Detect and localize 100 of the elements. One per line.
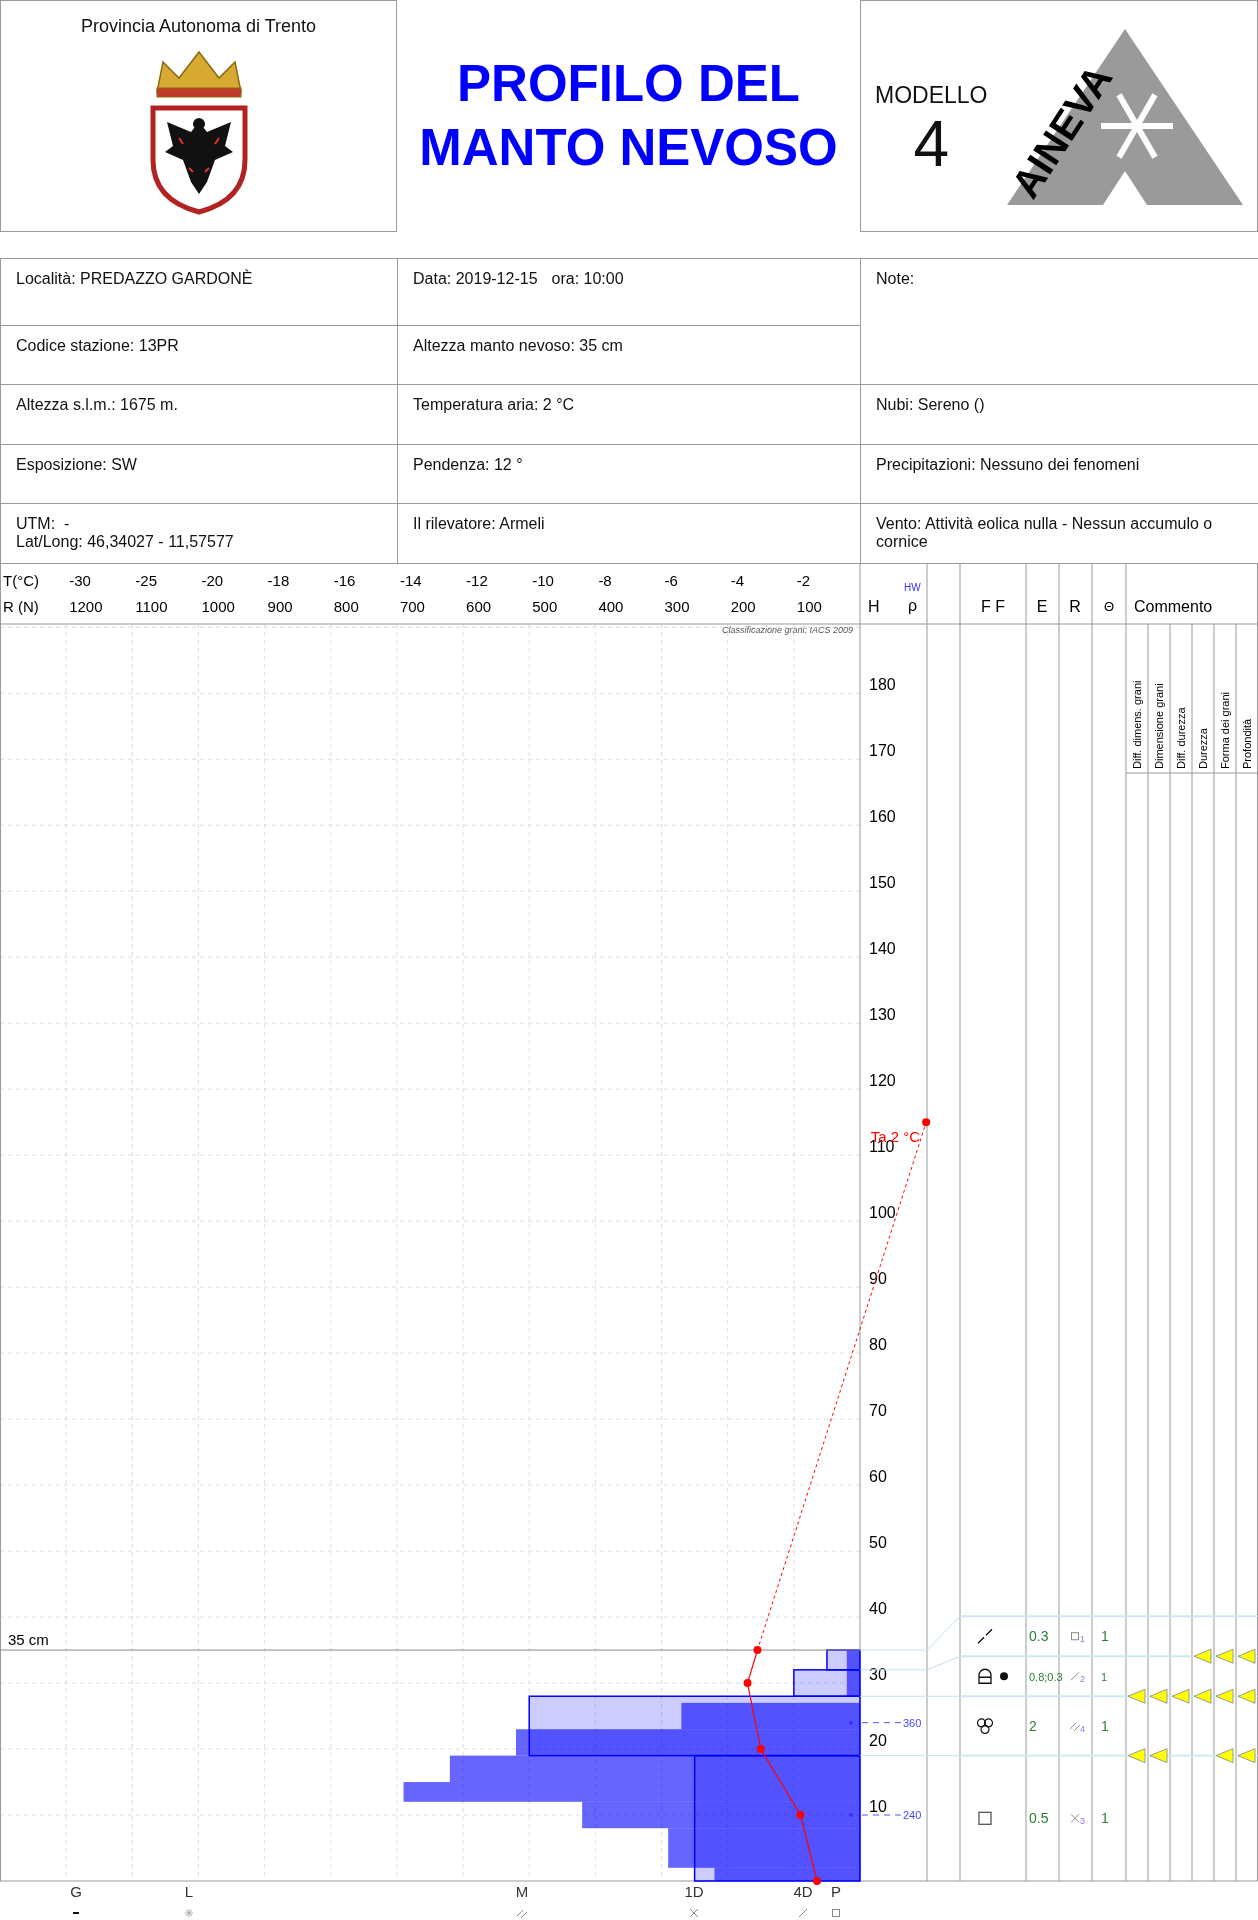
dash-icon xyxy=(72,1912,80,1914)
info-field: Note: xyxy=(876,270,915,384)
info-field: Temperatura aria: 2 °C xyxy=(413,396,575,444)
double-slash-icon xyxy=(516,1909,528,1919)
height-tick-label: 90 xyxy=(869,1270,887,1288)
square-icon xyxy=(832,1909,840,1917)
height-tick-label: 10 xyxy=(869,1798,887,1815)
height-tick-label: 180 xyxy=(869,676,896,694)
hardness-code: 2 xyxy=(1080,1674,1085,1685)
province-name: Provincia Autonoma di Trento xyxy=(80,15,317,38)
tick-label: 100 xyxy=(796,598,822,615)
snow-height-label: 35 cm xyxy=(8,1631,49,1649)
height-tick-label: 50 xyxy=(869,1534,887,1552)
info-field: Data: 2019-12-15 xyxy=(413,270,538,325)
height-tick-label: 170 xyxy=(869,742,896,760)
cross-icon xyxy=(1070,1813,1080,1823)
asterisk-icon xyxy=(184,1908,194,1918)
cross-icon xyxy=(689,1908,699,1918)
comment-column-header: Profondità xyxy=(1241,718,1253,769)
classification-note: Classificazione grani: IACS 2009 xyxy=(721,625,853,635)
comment-column-header: Durezza xyxy=(1197,728,1209,769)
column-header: R xyxy=(1069,598,1081,615)
info-field: Vento: Attività eolica nulla - Nessun accumulo o cornice xyxy=(876,515,1228,563)
info-field: Codice stazione: 13PR xyxy=(16,337,179,384)
info-field: Pendenza: 12 ° xyxy=(413,456,523,503)
info-field: Esposizione: SW xyxy=(16,456,137,503)
column-header: F F xyxy=(981,598,1005,615)
tick-label: -6 xyxy=(664,572,678,589)
slash-icon xyxy=(798,1908,808,1918)
slash-icon xyxy=(1070,1671,1080,1681)
height-tick-label: 140 xyxy=(869,940,896,958)
height-tick-label: 20 xyxy=(869,1732,887,1750)
hardness-label: G xyxy=(70,1883,82,1900)
column-header: E xyxy=(1036,598,1048,615)
three-circles-icon xyxy=(976,1718,994,1735)
tick-label: -25 xyxy=(135,572,157,589)
square-icon xyxy=(978,1811,992,1825)
tick-label: 400 xyxy=(598,598,624,615)
hardness-label: 4D xyxy=(793,1883,813,1900)
wetness-value: 1 xyxy=(1101,1671,1108,1684)
height-tick-label: 80 xyxy=(869,1336,887,1354)
column-header: Θ xyxy=(1103,599,1115,614)
density-value: 360 xyxy=(903,1716,922,1729)
tick-label: 500 xyxy=(532,598,558,615)
height-tick-label: 70 xyxy=(869,1402,887,1420)
broken-line-icon xyxy=(977,1628,993,1644)
column-header: Commento xyxy=(1134,598,1213,615)
grain-size-value: 0.3 xyxy=(1029,1628,1049,1645)
wetness-value: 1 xyxy=(1101,1628,1109,1645)
comment-column-header: Diff. durezza xyxy=(1175,707,1187,769)
height-tick-label: 130 xyxy=(869,1006,896,1024)
temperature-point xyxy=(756,1745,765,1754)
column-header: HW xyxy=(904,582,921,593)
height-tick-label: 60 xyxy=(869,1468,887,1486)
hardness-label: M xyxy=(515,1883,529,1900)
hardness-code: 3 xyxy=(1080,1816,1085,1827)
tick-label: -2 xyxy=(796,572,811,589)
wetness-value: 1 xyxy=(1101,1717,1109,1734)
info-field: Altezza s.l.m.: 1675 m. xyxy=(16,396,178,444)
density-leader-line xyxy=(849,1813,903,1817)
height-tick-label: 40 xyxy=(869,1600,887,1618)
tick-label: -8 xyxy=(598,572,612,589)
height-tick-label: 100 xyxy=(869,1204,896,1222)
temperature-point xyxy=(743,1679,752,1688)
tick-label: 600 xyxy=(466,598,492,615)
axis-label: R (N) xyxy=(3,598,39,615)
tick-label: 200 xyxy=(730,598,756,615)
info-field: ora: 10:00 xyxy=(551,270,624,325)
model-label: MODELLO xyxy=(875,80,988,110)
comment-column-header: Forma dei grani xyxy=(1219,691,1231,769)
height-tick-label: 150 xyxy=(869,874,896,892)
tick-label: 700 xyxy=(399,598,425,615)
hardness-label: P xyxy=(831,1883,841,1900)
tick-label: -20 xyxy=(201,572,224,589)
wetness-value: 1 xyxy=(1101,1810,1109,1827)
tick-label: 1000 xyxy=(201,598,235,615)
info-field: Altezza manto nevoso: 35 cm xyxy=(413,337,623,384)
info-field: Lat/Long: 46,34027 - 11,57577 xyxy=(16,533,367,552)
comment-column-header: Diff. dimens. grani xyxy=(1131,680,1143,769)
info-field: Nubi: Sereno () xyxy=(876,396,985,444)
dot-icon xyxy=(1000,1672,1008,1681)
hardness-code: 4 xyxy=(1080,1723,1085,1734)
tick-label: -12 xyxy=(466,572,488,589)
grain-size-value: 0.8;0.3 xyxy=(1029,1671,1063,1684)
snowflake-triangle-icon xyxy=(1007,29,1244,205)
tick-label: -18 xyxy=(267,572,290,589)
tick-label: -4 xyxy=(730,572,745,589)
height-tick-label: 160 xyxy=(869,808,896,826)
tick-label: 800 xyxy=(333,598,359,615)
height-tick-label: 30 xyxy=(869,1666,887,1684)
column-header: H xyxy=(868,598,880,615)
resistance-bar xyxy=(846,1650,860,1697)
temperature-point xyxy=(753,1646,762,1655)
model-number: 4 xyxy=(913,112,950,177)
tick-label: 300 xyxy=(664,598,690,615)
tick-label: -16 xyxy=(333,572,356,589)
temperature-point xyxy=(813,1877,821,1885)
tick-label: 900 xyxy=(267,598,293,615)
grain-size-value: 2 xyxy=(1029,1717,1037,1734)
grain-size-value: 0.5 xyxy=(1029,1810,1049,1827)
